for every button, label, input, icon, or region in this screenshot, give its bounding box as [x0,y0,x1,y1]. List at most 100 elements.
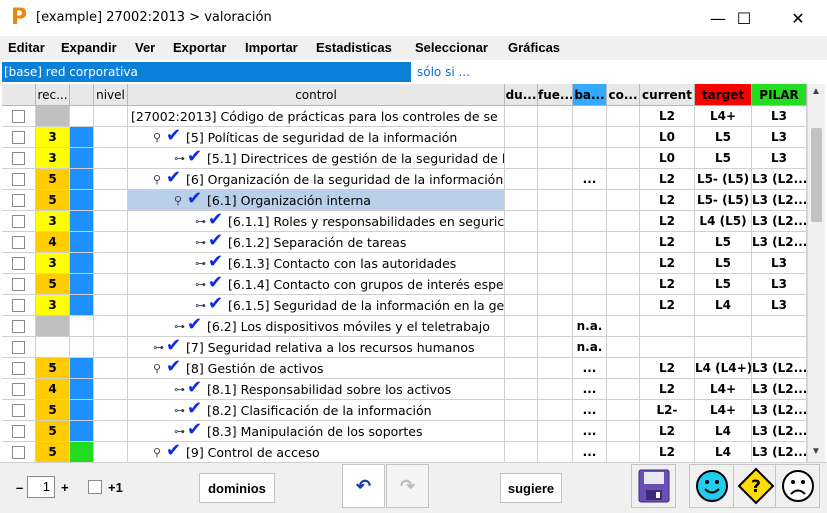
pilar-cell[interactable]: L3 (L2... [752,232,807,253]
row-checkbox-cell[interactable] [2,379,36,400]
row-checkbox[interactable] [12,215,25,228]
tree-leaf-icon[interactable]: ⊶ [195,295,206,315]
table-row[interactable]: 5 ⊶ ✔ [8.3] Manipulación de los soportes...… [2,421,807,442]
target-cell[interactable]: L5 [695,274,752,295]
row-checkbox-cell[interactable] [2,295,36,316]
control-cell[interactable]: [27002:2013] Código de prácticas para lo… [128,106,505,127]
target-cell[interactable] [695,337,752,358]
target-cell[interactable]: L5 [695,127,752,148]
pilar-cell[interactable] [752,316,807,337]
control-cell[interactable]: ⊶ ✔ [6.2] Los dispositivos móviles y el te… [128,316,505,337]
current-cell[interactable]: L2 [640,442,695,462]
hdr-du[interactable]: du... [505,84,538,106]
target-cell[interactable]: L5 [695,232,752,253]
row-checkbox-cell[interactable] [2,211,36,232]
pilar-cell[interactable]: L3 (L2... [752,379,807,400]
table-row[interactable]: 5 ⚲ ✔ [6.1] Organización interna L2 L5- (L5) L… [2,190,807,211]
tree-expanded-icon[interactable]: ⚲ [153,442,161,462]
menu-exportar[interactable]: Exportar [173,40,226,55]
menu-seleccionar[interactable]: Seleccionar [415,40,488,55]
smile-button[interactable] [689,464,734,508]
control-cell[interactable]: ⚲ ✔ [8] Gestión de activos [128,358,505,379]
control-cell[interactable]: ⊶ ✔ [8.2] Clasificación de la información [128,400,505,421]
table-row[interactable]: 3 ⊶ ✔ [6.1.1] Roles y responsabilidades en … [2,211,807,232]
table-row[interactable]: 5 ⚲ ✔ [6] Organización de la seguridad de l… [2,169,807,190]
control-cell[interactable]: ⊶ ✔ [6.1.4] Contacto con grupos de interés… [128,274,505,295]
menu-graficas[interactable]: Gráficas [508,40,560,55]
hdr-nivel[interactable]: nivel [94,84,128,106]
table-row[interactable]: 5 ⚲ ✔ [9] Control de acceso... L2 L4 L3 (L2... [2,442,807,462]
row-checkbox-cell[interactable] [2,253,36,274]
plus1-checkbox[interactable] [88,480,102,494]
row-checkbox-cell[interactable] [2,232,36,253]
row-checkbox[interactable] [12,257,25,270]
row-checkbox-cell[interactable] [2,316,36,337]
row-checkbox-cell[interactable] [2,442,36,462]
target-cell[interactable]: L4 (L4+) [695,358,752,379]
row-checkbox-cell[interactable] [2,358,36,379]
tree-leaf-icon[interactable]: ⊶ [195,274,206,294]
sugiere-button[interactable]: sugiere [500,473,562,503]
row-checkbox-cell[interactable] [2,421,36,442]
menu-estadisticas[interactable]: Estadisticas [316,40,392,55]
pilar-cell[interactable] [752,337,807,358]
pilar-cell[interactable]: L3 (L2... [752,442,807,462]
control-cell[interactable]: ⊶ ✔ [6.1.1] Roles y responsabilidades en s… [128,211,505,232]
target-cell[interactable] [695,316,752,337]
current-cell[interactable]: L0 [640,127,695,148]
target-cell[interactable]: L5- (L5) [695,169,752,190]
row-checkbox-cell[interactable] [2,274,36,295]
table-row[interactable]: ⊶ ✔ [6.2] Los dispositivos móviles y el te… [2,316,807,337]
pilar-cell[interactable]: L3 [752,127,807,148]
row-checkbox[interactable] [12,404,25,417]
tree-expanded-icon[interactable]: ⚲ [174,190,182,210]
table-row[interactable]: 3 ⚲ ✔ [5] Políticas de seguridad de la info… [2,127,807,148]
pilar-cell[interactable]: L3 [752,295,807,316]
scroll-up-icon[interactable]: ▲ [811,86,821,97]
hdr-ba[interactable]: ba... [573,84,607,106]
row-checkbox[interactable] [12,131,25,144]
current-cell[interactable] [640,337,695,358]
hdr-check[interactable] [2,84,36,106]
control-cell[interactable]: ⊶ ✔ [7] Seguridad relativa a los recursos … [128,337,505,358]
tree-leaf-icon[interactable]: ⊶ [195,232,206,252]
tree-leaf-icon[interactable]: ⊶ [174,400,185,420]
current-cell[interactable]: L2 [640,190,695,211]
current-cell[interactable]: L2 [640,253,695,274]
target-cell[interactable]: L4 [695,295,752,316]
save-button[interactable] [631,464,676,508]
maximize-button[interactable]: ☐ [721,0,767,36]
row-checkbox-cell[interactable] [2,400,36,421]
current-cell[interactable]: L2 [640,421,695,442]
current-cell[interactable]: L2 [640,274,695,295]
target-cell[interactable]: L4+ [695,379,752,400]
target-cell[interactable]: L5 [695,148,752,169]
target-cell[interactable]: L4 (L5) [695,211,752,232]
pilar-cell[interactable]: L3 [752,106,807,127]
target-cell[interactable]: L4 [695,442,752,462]
row-checkbox[interactable] [12,299,25,312]
row-checkbox[interactable] [12,173,25,186]
pilar-cell[interactable]: L3 (L2... [752,211,807,232]
menu-expandir[interactable]: Expandir [61,40,117,55]
row-checkbox[interactable] [12,446,25,459]
target-cell[interactable]: L4+ [695,400,752,421]
current-cell[interactable]: L2 [640,106,695,127]
tree-leaf-icon[interactable]: ⊶ [174,316,185,336]
row-checkbox[interactable] [12,362,25,375]
hdr-color[interactable] [70,84,94,106]
row-checkbox[interactable] [12,236,25,249]
table-row[interactable]: 4 ⊶ ✔ [6.1.2] Separación de tareas L2 L5 L3 (L… [2,232,807,253]
control-cell[interactable]: ⚲ ✔ [6] Organización de la seguridad de la… [128,169,505,190]
control-cell[interactable]: ⊶ ✔ [6.1.3] Contacto con las autoridades [128,253,505,274]
target-cell[interactable]: L4 [695,421,752,442]
row-checkbox[interactable] [12,383,25,396]
control-cell[interactable]: ⚲ ✔ [9] Control de acceso [128,442,505,462]
tree-leaf-icon[interactable]: ⊶ [153,337,164,357]
row-checkbox-cell[interactable] [2,106,36,127]
current-cell[interactable]: L2 [640,379,695,400]
target-cell[interactable]: L5- (L5) [695,190,752,211]
row-checkbox[interactable] [12,320,25,333]
table-row[interactable]: 5 ⚲ ✔ [8] Gestión de activos... L2 L4 (L4+) L3… [2,358,807,379]
level-decrease-button[interactable]: – [16,480,23,495]
